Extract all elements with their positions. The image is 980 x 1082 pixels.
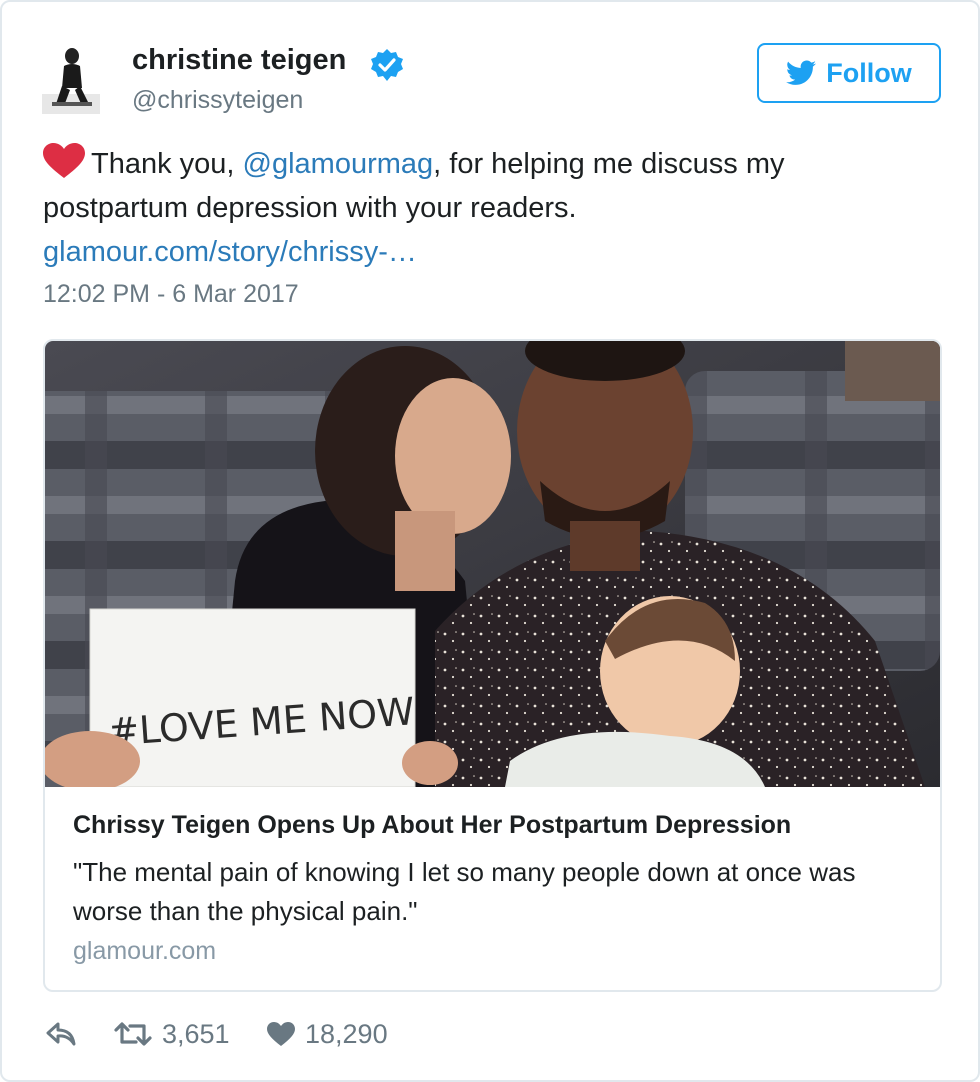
red-heart-icon — [43, 143, 85, 178]
heart-icon — [267, 1021, 295, 1046]
link-preview-card[interactable]: #LOVE ME NOW Chrissy Teigen Opens Up Abo… — [43, 339, 942, 992]
tweet-timestamp[interactable]: 12:02 PM - 6 Mar 2017 — [43, 280, 299, 309]
author-handle[interactable]: @chrissyteigen — [132, 86, 303, 115]
card-description: "The mental pain of knowing I let so man… — [73, 857, 856, 926]
tweet-card: christine teigen @chrissyteigen Follow T… — [0, 0, 980, 1082]
follow-button[interactable]: Follow — [757, 43, 941, 103]
article-photo: #LOVE ME NOW — [45, 341, 940, 787]
retweet-button[interactable]: 3,651 — [114, 1019, 267, 1050]
like-button[interactable]: 18,290 — [267, 1019, 388, 1050]
reply-button[interactable] — [46, 1022, 114, 1046]
article-link[interactable]: glamour.com/story/chrissy-… — [43, 236, 417, 268]
verified-badge-icon — [371, 49, 403, 81]
tweet-text: Thank you, @glamourmag, for helping me d… — [43, 142, 923, 274]
follow-label: Follow — [826, 57, 912, 88]
author-name[interactable]: christine teigen — [132, 44, 346, 77]
card-title[interactable]: Chrissy Teigen Opens Up About Her Postpa… — [73, 811, 791, 840]
retweet-icon — [114, 1022, 152, 1046]
mention-link[interactable]: @glamourmag — [243, 148, 434, 180]
twitter-bird-icon — [786, 60, 817, 85]
tweet-actions: 3,651 18,290 — [46, 1014, 388, 1054]
tweet-text-before: Thank you, — [91, 148, 243, 180]
card-domain: glamour.com — [73, 937, 217, 965]
like-count: 18,290 — [305, 1018, 388, 1049]
retweet-count: 3,651 — [162, 1018, 230, 1049]
reply-icon — [46, 1022, 76, 1046]
avatar[interactable] — [42, 42, 100, 114]
